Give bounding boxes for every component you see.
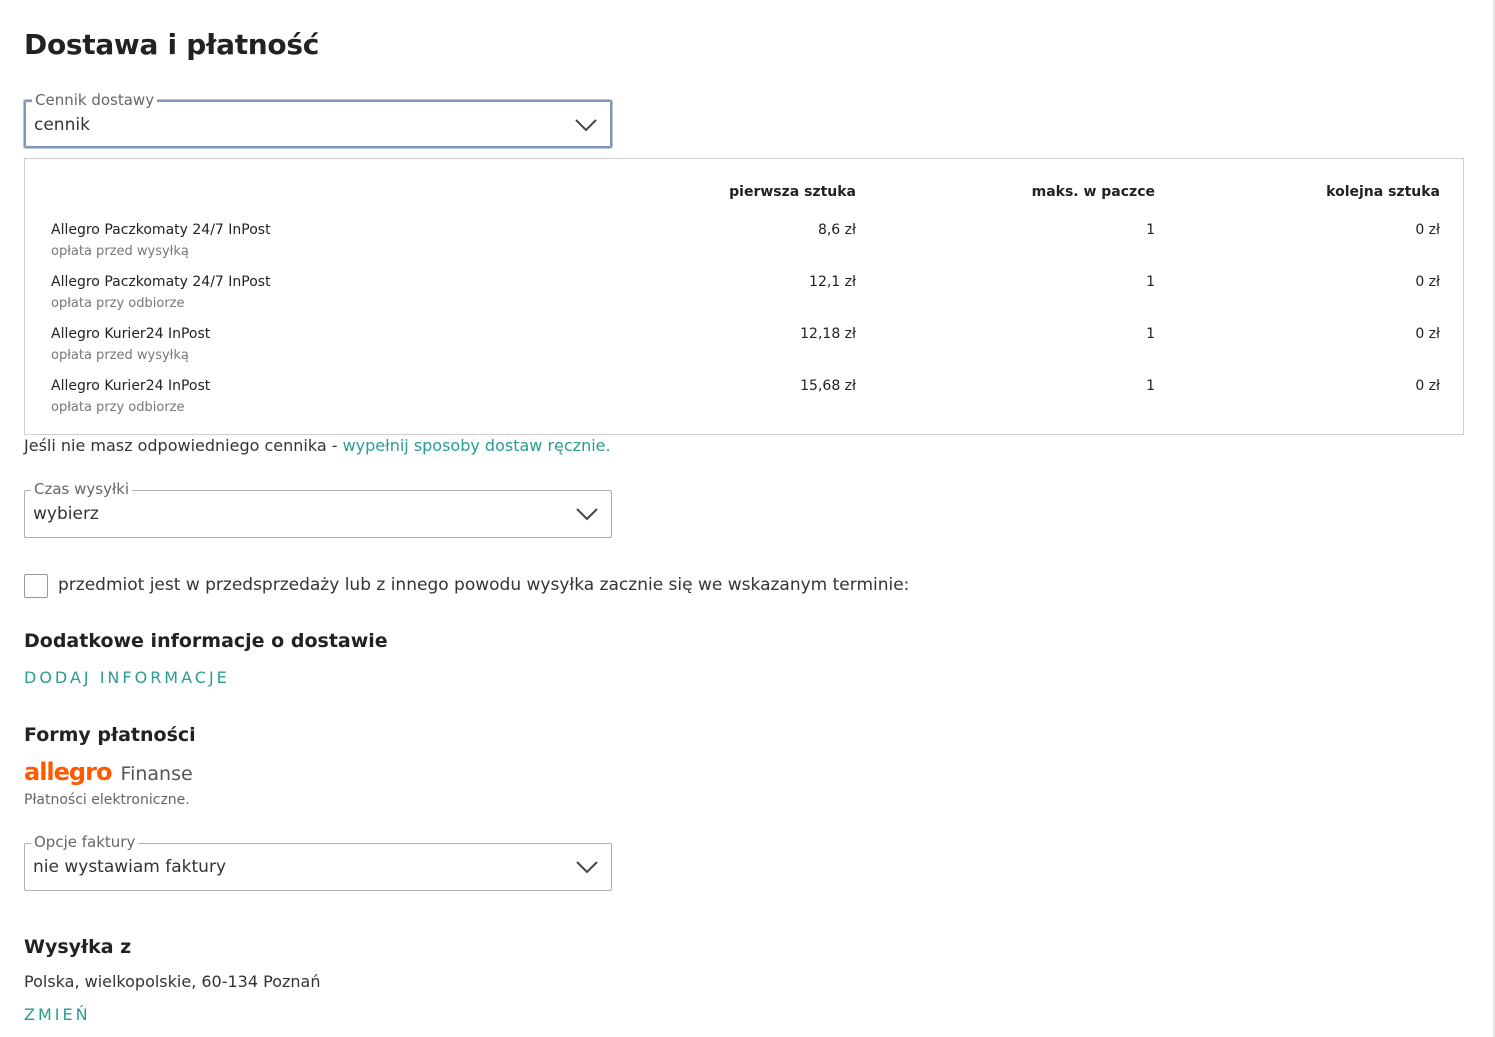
dispatch-time-select[interactable]: Czas wysyłki wybierz <box>24 480 612 538</box>
page-title: Dostawa i płatność <box>24 28 320 61</box>
payment-timing: opłata przy odbiorze <box>51 400 185 415</box>
next-item-price: 0 zł <box>1415 378 1440 394</box>
invoice-options-select[interactable]: Opcje faktury nie wystawiam faktury <box>24 833 612 891</box>
column-header-next-item: kolejna sztuka <box>1326 184 1440 200</box>
presale-checkbox-label: przedmiot jest w przedsprzedaży lub z in… <box>58 575 910 595</box>
ship-from-heading: Wysyłka z <box>24 936 132 958</box>
delivery-price-list-select[interactable]: Cennik dostawy cennik <box>24 91 612 148</box>
next-item-price: 0 zł <box>1415 222 1440 238</box>
delivery-method-name: Allegro Paczkomaty 24/7 InPost <box>51 222 271 238</box>
invoice-options-value: nie wystawiam faktury <box>33 857 227 877</box>
dispatch-time-value: wybierz <box>33 504 99 524</box>
payment-description: Płatności elektroniczne. <box>24 792 190 808</box>
fill-delivery-manually-link[interactable]: wypełnij sposoby dostaw ręcznie. <box>343 436 611 455</box>
column-header-first-item: pierwsza sztuka <box>729 184 856 200</box>
add-information-button[interactable]: DODAJ INFORMACJE <box>24 668 230 687</box>
allegro-brand-suffix: Finanse <box>120 763 193 785</box>
delivery-price-list-label: Cennik dostawy <box>32 91 158 109</box>
delivery-method-name: Allegro Paczkomaty 24/7 InPost <box>51 274 271 290</box>
ship-from-address: Polska, wielkopolskie, 60-134 Poznań <box>24 972 321 991</box>
payment-timing: opłata przed wysyłką <box>51 348 189 363</box>
max-in-package: 1 <box>1146 274 1155 290</box>
delivery-method-name: Allegro Kurier24 InPost <box>51 378 211 394</box>
first-item-price: 15,68 zł <box>800 378 856 394</box>
delivery-method-name: Allegro Kurier24 InPost <box>51 326 211 342</box>
first-item-price: 12,18 zł <box>800 326 856 342</box>
max-in-package: 1 <box>1146 378 1155 394</box>
manual-delivery-note: Jeśli nie masz odpowiedniego cennika - w… <box>24 436 611 455</box>
extra-delivery-info-heading: Dodatkowe informacje o dostawie <box>24 630 388 652</box>
column-header-max-in-package: maks. w paczce <box>1031 184 1155 200</box>
dispatch-time-label: Czas wysyłki <box>31 480 133 498</box>
change-address-button[interactable]: ZMIEŃ <box>24 1005 91 1024</box>
manual-delivery-note-text: Jeśli nie masz odpowiedniego cennika - <box>24 436 343 455</box>
first-item-price: 12,1 zł <box>809 274 856 290</box>
allegro-brand: allegro <box>24 758 112 786</box>
invoice-options-label: Opcje faktury <box>31 833 139 851</box>
max-in-package: 1 <box>1146 326 1155 342</box>
payment-timing: opłata przed wysyłką <box>51 244 189 259</box>
chevron-down-icon <box>576 508 598 521</box>
next-item-price: 0 zł <box>1415 326 1440 342</box>
allegro-finanse-logo: allegro Finanse <box>24 758 193 786</box>
max-in-package: 1 <box>1146 222 1155 238</box>
payment-methods-heading: Formy płatności <box>24 724 196 746</box>
next-item-price: 0 zł <box>1415 274 1440 290</box>
delivery-price-list-value: cennik <box>34 115 90 135</box>
chevron-down-icon <box>576 861 598 874</box>
first-item-price: 8,6 zł <box>817 222 856 238</box>
payment-timing: opłata przy odbiorze <box>51 296 185 311</box>
chevron-down-icon <box>575 119 597 132</box>
presale-checkbox[interactable] <box>24 574 48 598</box>
